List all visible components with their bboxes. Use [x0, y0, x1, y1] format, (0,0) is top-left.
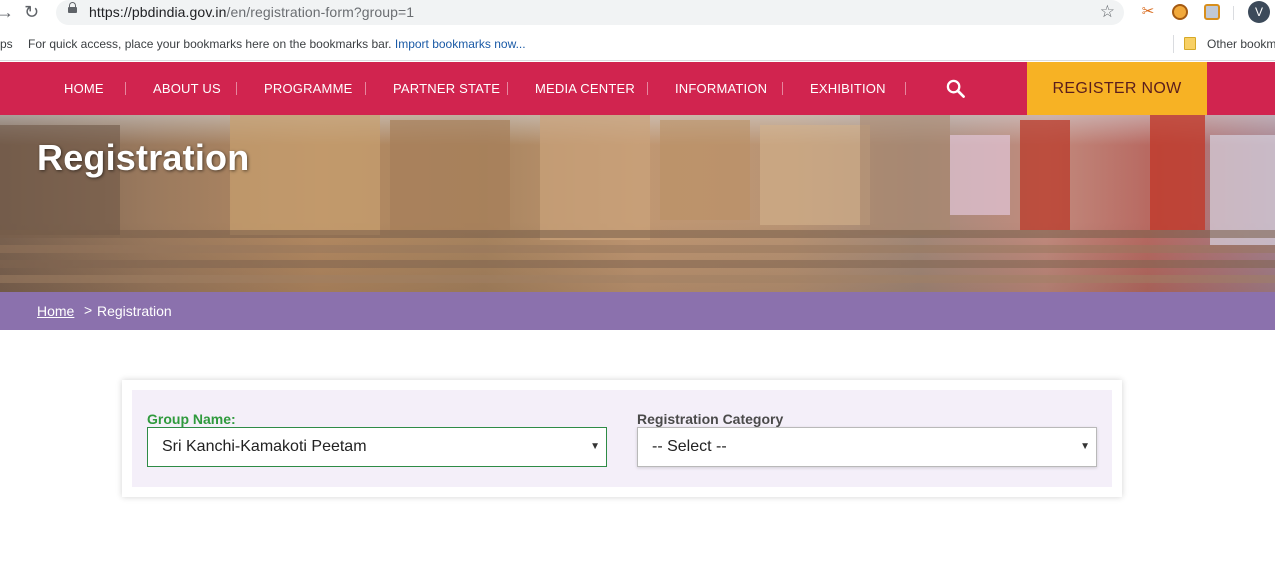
- address-bar[interactable]: https://pbdindia.gov.in/en/registration-…: [56, 0, 1124, 25]
- profile-avatar[interactable]: V: [1248, 1, 1270, 23]
- dropdown-arrow-icon: ▼: [1080, 441, 1090, 452]
- extension-scissors-icon[interactable]: ✂: [1140, 4, 1156, 20]
- registration-category-label: Registration Category: [637, 411, 784, 427]
- nav-home[interactable]: HOME: [64, 81, 104, 96]
- nav-divider: [782, 82, 783, 95]
- nav-information[interactable]: INFORMATION: [675, 81, 767, 96]
- registration-form-card: Group Name: Sri Kanchi-Kamakoti Peetam ▼…: [122, 380, 1122, 497]
- nav-divider: [507, 82, 508, 95]
- url-text[interactable]: https://pbdindia.gov.in/en/registration-…: [89, 4, 414, 20]
- breadcrumb-current: Registration: [97, 303, 172, 319]
- breadcrumb-home-link[interactable]: Home: [37, 303, 74, 319]
- extension-picture-icon[interactable]: [1204, 4, 1220, 20]
- nav-divider: [647, 82, 648, 95]
- registration-category-value: -- Select --: [652, 438, 727, 455]
- nav-about-us[interactable]: ABOUT US: [153, 81, 221, 96]
- dropdown-arrow-icon: ▼: [590, 441, 600, 452]
- main-navigation: HOME ABOUT US PROGRAMME PARTNER STATE ME…: [0, 62, 1275, 115]
- lock-icon: [68, 2, 77, 13]
- banner-image: Registration: [0, 115, 1275, 292]
- breadcrumb: Home > Registration: [0, 292, 1275, 330]
- browser-toolbar: → ↻ https://pbdindia.gov.in/en/registrat…: [0, 0, 1275, 26]
- nav-divider: [365, 82, 366, 95]
- bookmark-star-icon[interactable]: ☆: [1100, 1, 1115, 23]
- breadcrumb-separator: >: [84, 302, 93, 318]
- folder-icon: [1184, 37, 1196, 50]
- nav-programme[interactable]: PROGRAMME: [264, 81, 352, 96]
- import-bookmarks-link[interactable]: Import bookmarks now...: [395, 37, 526, 51]
- search-icon[interactable]: [946, 79, 965, 98]
- nav-divider: [905, 82, 906, 95]
- page-title: Registration: [37, 137, 250, 178]
- extension-face-icon[interactable]: [1172, 4, 1188, 20]
- registration-category-select[interactable]: -- Select -- ▼: [637, 427, 1097, 467]
- bookmarks-bar: ps For quick access, place your bookmark…: [0, 26, 1275, 61]
- other-bookmarks[interactable]: Other bookm: [1207, 37, 1275, 51]
- nav-exhibition[interactable]: EXHIBITION: [810, 81, 886, 96]
- nav-media-center[interactable]: MEDIA CENTER: [535, 81, 635, 96]
- group-name-value: Sri Kanchi-Kamakoti Peetam: [162, 438, 367, 455]
- bookmarks-divider: [1173, 35, 1174, 53]
- nav-divider: [125, 82, 126, 95]
- registration-form: Group Name: Sri Kanchi-Kamakoti Peetam ▼…: [132, 390, 1112, 487]
- group-name-select[interactable]: Sri Kanchi-Kamakoti Peetam ▼: [147, 427, 607, 467]
- nav-divider: [236, 82, 237, 95]
- bookmarks-hint: For quick access, place your bookmarks h…: [28, 37, 526, 51]
- group-name-label: Group Name:: [147, 411, 236, 427]
- register-now-button[interactable]: REGISTER NOW: [1027, 62, 1207, 115]
- back-arrow-icon[interactable]: →: [0, 2, 14, 22]
- reload-icon[interactable]: ↻: [24, 2, 39, 22]
- nav-partner-state[interactable]: PARTNER STATE: [393, 81, 500, 96]
- toolbar-divider: [1233, 6, 1234, 20]
- apps-shortcut[interactable]: ps: [0, 37, 13, 51]
